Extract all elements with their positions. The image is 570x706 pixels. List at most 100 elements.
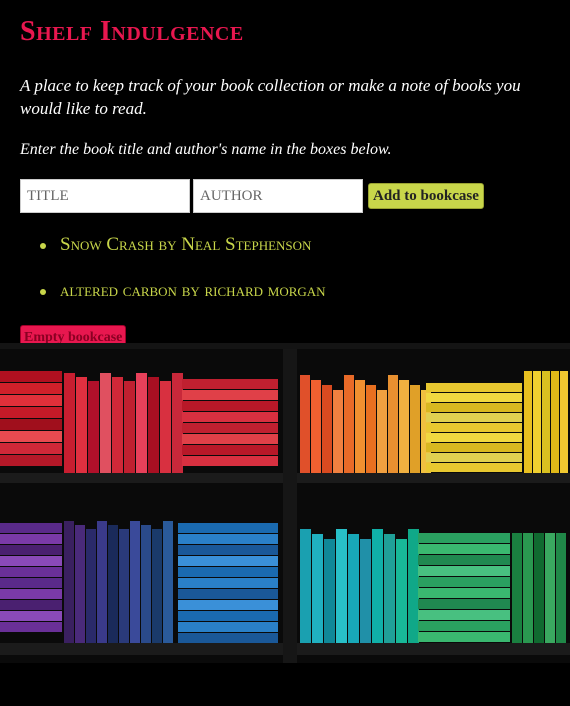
book-spine	[178, 578, 278, 588]
book-spine	[178, 534, 278, 544]
book-spine	[426, 433, 522, 442]
book-spine	[336, 529, 347, 643]
book-spine	[512, 533, 522, 643]
book-spine	[418, 566, 510, 576]
book-spine	[178, 523, 278, 533]
book-spine	[551, 371, 559, 473]
book-spine	[182, 456, 278, 466]
book-spine	[0, 600, 62, 610]
book-spine	[344, 375, 354, 473]
book-spine	[0, 523, 62, 533]
book-spine	[0, 383, 62, 394]
book-spine	[426, 403, 522, 412]
book-spine	[426, 423, 522, 432]
title-input[interactable]	[20, 179, 190, 213]
book-spine	[0, 371, 62, 382]
book-spine	[322, 385, 332, 473]
book-spine	[556, 533, 566, 643]
list-item: altered carbon by richard morgan	[40, 278, 326, 324]
instruction-text: Enter the book title and author's name i…	[20, 141, 392, 158]
book-spine	[426, 413, 522, 422]
book-spine	[300, 375, 310, 473]
book-spine	[182, 412, 278, 422]
book-spine	[560, 371, 568, 473]
book-spine	[178, 633, 278, 643]
book-spine	[426, 393, 522, 402]
book-spine	[178, 611, 278, 621]
book-spine	[64, 373, 75, 473]
book-spine	[418, 577, 510, 587]
book-spine	[112, 377, 123, 473]
book-spine	[182, 390, 278, 400]
book-spine	[124, 381, 135, 473]
book-spine	[0, 545, 62, 555]
book-spine	[418, 544, 510, 554]
book-spine	[0, 443, 62, 454]
book-spine	[86, 529, 96, 643]
book-spine	[119, 529, 129, 643]
book-spine	[348, 534, 359, 643]
book-spine	[141, 525, 151, 643]
book-spine	[372, 529, 383, 643]
author-input[interactable]	[193, 179, 363, 213]
book-spine	[545, 533, 555, 643]
book-spine	[0, 534, 62, 544]
book-spine	[542, 371, 550, 473]
book-spine	[418, 599, 510, 609]
book-spine	[0, 455, 62, 466]
add-to-bookcase-button[interactable]: Add to bookcase	[368, 183, 484, 209]
book-spine	[136, 373, 147, 473]
book-spine	[172, 373, 183, 473]
book-spine	[399, 380, 409, 473]
book-spine	[182, 423, 278, 433]
book-spine	[418, 610, 510, 620]
book-spine	[178, 589, 278, 599]
book-spine	[178, 622, 278, 632]
book-spine	[182, 379, 278, 389]
book-spine	[182, 401, 278, 411]
book-spine	[64, 521, 74, 643]
bookshelf-image	[0, 343, 570, 663]
book-spine	[384, 534, 395, 643]
book-spine	[75, 525, 85, 643]
book-spine	[300, 529, 311, 643]
book-spine	[312, 534, 323, 643]
book-spine	[418, 588, 510, 598]
book-spine	[333, 390, 343, 473]
book-spine	[0, 611, 62, 621]
book-spine	[523, 533, 533, 643]
book-spine	[408, 529, 419, 643]
book-spine	[418, 555, 510, 565]
book-spine	[88, 381, 99, 473]
book-spine	[388, 375, 398, 473]
book-spine	[355, 380, 365, 473]
book-spine	[426, 463, 522, 472]
book-spine	[418, 632, 510, 642]
page-title: Shelf Indulgence	[20, 16, 244, 47]
book-spine	[0, 578, 62, 588]
intro-text: A place to keep track of your book colle…	[20, 76, 521, 118]
book-spine	[0, 395, 62, 406]
book-spine	[0, 589, 62, 599]
book-list: Snow Crash by Neal Stephenson altered ca…	[40, 232, 326, 324]
book-spine	[148, 377, 159, 473]
book-spine	[0, 407, 62, 418]
book-spine	[533, 371, 541, 473]
book-spine	[178, 545, 278, 555]
book-spine	[97, 521, 107, 643]
book-spine	[418, 533, 510, 543]
book-spine	[426, 453, 522, 462]
book-spine	[0, 431, 62, 442]
book-spine	[178, 556, 278, 566]
book-spine	[152, 529, 162, 643]
book-spine	[524, 371, 532, 473]
book-spine	[178, 600, 278, 610]
book-spine	[410, 385, 420, 473]
book-spine	[100, 373, 111, 473]
book-spine	[182, 434, 278, 444]
book-spine	[108, 525, 118, 643]
book-spine	[160, 381, 171, 473]
book-spine	[534, 533, 544, 643]
book-spine	[0, 567, 62, 577]
book-spine	[178, 567, 278, 577]
